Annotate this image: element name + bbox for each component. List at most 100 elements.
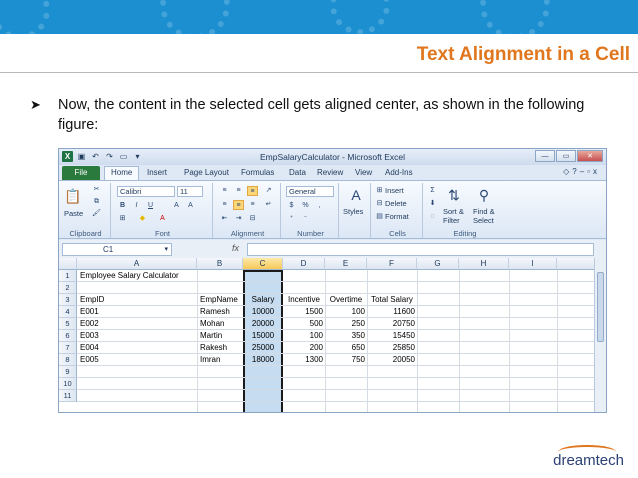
header-empname[interactable]: EmpName	[200, 294, 238, 306]
column-header-d[interactable]: D	[283, 258, 325, 270]
table-cell[interactable]: 650	[325, 342, 365, 354]
tab-home[interactable]: Home	[104, 166, 140, 180]
tab-insert[interactable]: Insert	[147, 166, 167, 180]
italic-icon[interactable]: I	[131, 201, 142, 211]
tab-data[interactable]: Data	[289, 166, 306, 180]
delete-cells-button[interactable]: Delete	[385, 199, 407, 208]
table-cell[interactable]: Mohan	[200, 318, 224, 330]
find-select-label-1[interactable]: Find &	[473, 207, 495, 216]
tab-file[interactable]: File	[62, 166, 100, 180]
header-empid[interactable]: EmpID	[80, 294, 104, 306]
bottom-align-icon[interactable]: ≡	[247, 186, 258, 196]
font-name-select[interactable]: Calibri	[117, 186, 175, 197]
column-header-c[interactable]: C	[243, 258, 283, 270]
sort-filter-label-1[interactable]: Sort &	[443, 207, 464, 216]
fill-color-icon[interactable]: ◆	[137, 214, 148, 224]
table-cell[interactable]: 20000	[243, 318, 283, 330]
styles-button[interactable]: Styles	[343, 207, 363, 216]
table-cell[interactable]: E004	[80, 342, 99, 354]
column-header-i[interactable]: I	[509, 258, 557, 270]
clear-icon[interactable]: ◌	[427, 212, 438, 222]
tab-formulas[interactable]: Formulas	[241, 166, 274, 180]
row-header[interactable]: 4	[59, 306, 77, 318]
scrollbar-thumb[interactable]	[597, 272, 604, 342]
comma-icon[interactable]: ,	[314, 201, 325, 211]
table-cell[interactable]: 100	[325, 306, 365, 318]
row-header[interactable]: 8	[59, 354, 77, 366]
format-cells-button[interactable]: Format	[385, 212, 409, 221]
bold-icon[interactable]: B	[117, 201, 128, 211]
align-center-icon[interactable]: ≡	[233, 200, 244, 210]
row-header[interactable]: 2	[59, 282, 77, 294]
paste-icon[interactable]: 📋	[64, 187, 82, 205]
cut-icon[interactable]: ✂	[91, 185, 102, 195]
column-header-g[interactable]: G	[417, 258, 459, 270]
row-header[interactable]: 5	[59, 318, 77, 330]
decrease-indent-icon[interactable]: ⇤	[219, 214, 230, 224]
column-header-f[interactable]: F	[367, 258, 417, 270]
table-cell[interactable]: 25000	[243, 342, 283, 354]
collapse-ribbon-icon[interactable]: ◇	[563, 167, 572, 176]
select-all-corner[interactable]	[59, 258, 77, 270]
table-cell[interactable]: Ramesh	[200, 306, 230, 318]
table-cell[interactable]: Martin	[200, 330, 222, 342]
chevron-down-icon[interactable]: ▾	[164, 244, 168, 255]
table-cell[interactable]: 20050	[367, 354, 415, 366]
paste-button[interactable]: Paste	[64, 209, 83, 218]
find-select-icon[interactable]: ⚲	[475, 186, 493, 204]
table-cell[interactable]: 750	[325, 354, 365, 366]
column-header-e[interactable]: E	[325, 258, 367, 270]
sort-filter-icon[interactable]: ⇅	[445, 186, 463, 204]
header-total-salary[interactable]: Total Salary	[367, 294, 417, 306]
row-header[interactable]: 7	[59, 342, 77, 354]
orientation-icon[interactable]: ↗	[263, 186, 274, 196]
currency-icon[interactable]: $	[286, 201, 297, 211]
table-cell[interactable]: Rakesh	[200, 342, 227, 354]
header-salary[interactable]: Salary	[243, 294, 283, 306]
column-header-b[interactable]: B	[197, 258, 243, 270]
merge-center-icon[interactable]: ⊟	[247, 214, 258, 224]
sort-filter-label-2[interactable]: Filter	[443, 216, 460, 225]
table-cell[interactable]: E005	[80, 354, 99, 366]
top-align-icon[interactable]: ≡	[219, 186, 230, 196]
table-cell[interactable]: Imran	[200, 354, 220, 366]
decrease-decimal-icon[interactable]: ⁻	[300, 214, 311, 224]
table-cell[interactable]: 18000	[243, 354, 283, 366]
vertical-scrollbar[interactable]	[594, 258, 606, 412]
row-header[interactable]: 9	[59, 366, 77, 378]
cell-a1[interactable]: Employee Salary Calculator	[80, 270, 179, 282]
copy-icon[interactable]: ⧉	[91, 197, 102, 207]
header-overtime[interactable]: Overtime	[325, 294, 367, 306]
autosum-icon[interactable]: Σ	[427, 186, 438, 196]
percent-icon[interactable]: %	[300, 201, 311, 211]
table-cell[interactable]: 250	[325, 318, 365, 330]
align-right-icon[interactable]: ≡	[247, 200, 258, 210]
number-format-select[interactable]: General	[286, 186, 334, 197]
table-cell[interactable]: 1500	[283, 306, 323, 318]
formula-input[interactable]	[247, 243, 594, 256]
table-cell[interactable]: E002	[80, 318, 99, 330]
find-select-label-2[interactable]: Select	[473, 216, 494, 225]
insert-function-icon[interactable]: fx	[232, 243, 239, 253]
shrink-font-icon[interactable]: A	[185, 201, 196, 211]
table-cell[interactable]: 25850	[367, 342, 415, 354]
row-header[interactable]: 11	[59, 390, 77, 402]
table-cell[interactable]: 11600	[367, 306, 415, 318]
table-cell[interactable]: 20750	[367, 318, 415, 330]
table-cell[interactable]: E003	[80, 330, 99, 342]
table-cell[interactable]: 500	[283, 318, 323, 330]
minimize-button[interactable]: —	[535, 150, 555, 162]
row-header[interactable]: 6	[59, 330, 77, 342]
worksheet-grid[interactable]: A B C D E F G H I 1 2 3 4 5 6 7 8 9 10 1…	[59, 258, 596, 412]
align-left-icon[interactable]: ≡	[219, 200, 230, 210]
table-cell[interactable]: 15000	[243, 330, 283, 342]
middle-align-icon[interactable]: ≡	[233, 186, 244, 196]
close-button[interactable]: ✕	[577, 150, 603, 162]
font-color-icon[interactable]: A	[157, 214, 168, 224]
format-painter-icon[interactable]: 🖌	[91, 209, 102, 219]
close-icon[interactable]: x	[593, 167, 600, 176]
grow-font-icon[interactable]: A	[171, 201, 182, 211]
column-header-a[interactable]: A	[77, 258, 197, 270]
increase-indent-icon[interactable]: ⇥	[233, 214, 244, 224]
table-cell[interactable]: 200	[283, 342, 323, 354]
